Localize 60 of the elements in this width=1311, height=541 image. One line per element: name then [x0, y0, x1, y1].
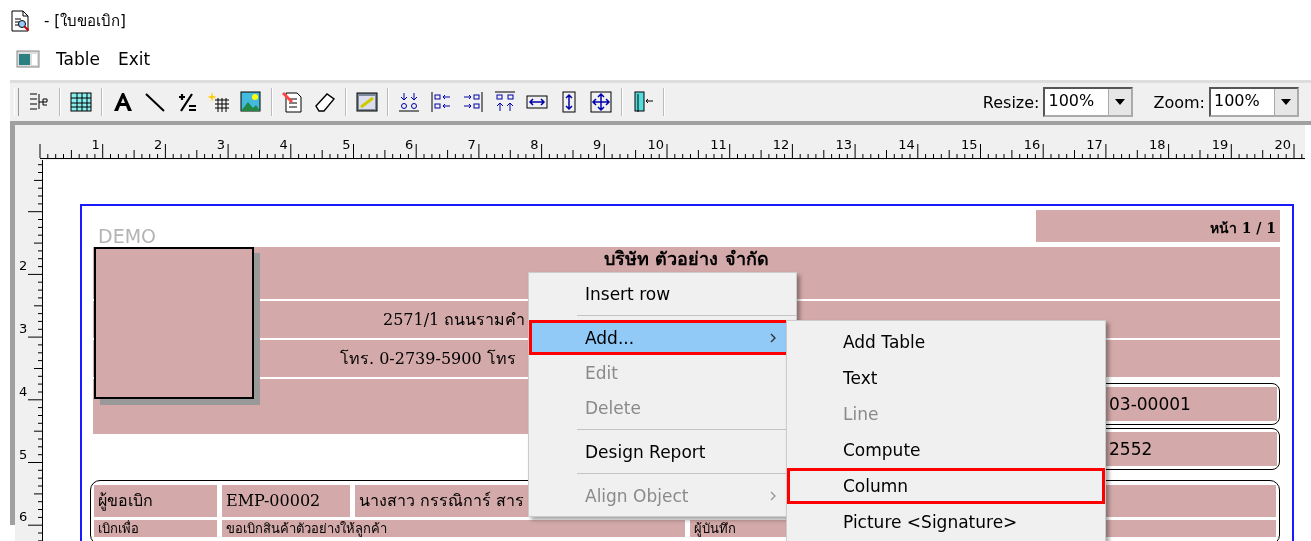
- resize-dropdown[interactable]: 100%: [1043, 87, 1134, 117]
- zoom-label: Zoom:: [1153, 92, 1205, 112]
- move-icon[interactable]: [589, 90, 613, 114]
- ruler-number: 12: [772, 137, 790, 152]
- ruler-number: 5: [19, 446, 28, 462]
- letter-icon[interactable]: [111, 90, 135, 114]
- dropdown-arrow-icon: [1281, 99, 1291, 105]
- window-icon[interactable]: [16, 50, 40, 68]
- resize-label: Resize:: [982, 92, 1040, 112]
- ruler-number: 19: [1211, 137, 1229, 152]
- ruler-number: 18: [1149, 137, 1166, 152]
- align-top-icon[interactable]: [493, 90, 517, 114]
- table-cell: EMP-00002: [222, 485, 350, 517]
- ruler-number: 15: [960, 137, 978, 152]
- address-text: 2571/1 ถนนรามคำ: [383, 309, 526, 331]
- phone-text: โทร. 0-2739-5900 โทร: [340, 348, 516, 370]
- company-name: บริษัท ตัวอย่าง จำกัด: [604, 248, 769, 269]
- align-left-icon[interactable]: [429, 90, 453, 114]
- eraser-icon[interactable]: [313, 90, 337, 114]
- table-cell: ผู้ขอเบิก: [94, 485, 217, 517]
- ruler-number: 10: [647, 137, 664, 152]
- document-magnifier-icon: [10, 10, 30, 32]
- ruler-number: 8: [530, 137, 539, 152]
- ruler-number: 11: [710, 137, 727, 152]
- report-icon[interactable]: [355, 90, 379, 114]
- align-right-icon[interactable]: [461, 90, 485, 114]
- ruler-number: 2: [154, 137, 163, 152]
- table-cell: เบิกเพื่อ: [94, 520, 217, 537]
- ruler-number: 2: [19, 258, 28, 274]
- window-title: - [ใบขอเบิก]: [44, 11, 126, 32]
- ruler-number: 20: [1274, 137, 1291, 152]
- grid-icon[interactable]: [69, 90, 93, 114]
- ruler-number: 13: [835, 137, 853, 152]
- chevron-icon: [770, 332, 776, 343]
- ruler-number: 5: [342, 137, 351, 152]
- ruler-number: 17: [1086, 137, 1103, 152]
- ruler-number: 9: [593, 137, 602, 152]
- watermark: DEMO: [98, 226, 156, 246]
- ruler-number: 14: [898, 137, 915, 152]
- zoom-dropdown[interactable]: 100%: [1209, 87, 1299, 117]
- ruler-number: 6: [19, 509, 28, 525]
- menu-item[interactable]: Exit: [115, 49, 153, 69]
- note-pencil-icon[interactable]: [281, 90, 305, 114]
- menu-item[interactable]: Table: [54, 49, 102, 69]
- ruler-number: 3: [216, 137, 226, 152]
- ruler-number: 6: [404, 137, 414, 152]
- ruler-number: 4: [279, 137, 288, 152]
- chevron-icon: [770, 490, 776, 501]
- ruler-number: 4: [19, 383, 28, 399]
- line-icon[interactable]: [143, 90, 167, 114]
- dropdown-arrow-icon: [1115, 99, 1126, 105]
- ruler-number: 3: [19, 321, 28, 337]
- ruler-number: 1: [91, 137, 100, 152]
- table-cell: ขอเบิกสินค้าตัวอย่างให้ลูกค้า: [222, 520, 685, 537]
- picture-icon[interactable]: [239, 90, 263, 114]
- ruler-number: 16: [1023, 137, 1041, 152]
- door-icon[interactable]: [631, 90, 655, 114]
- ruler-number: 7: [467, 137, 476, 152]
- align-bottom-icon[interactable]: [397, 90, 421, 114]
- page-number: หน้า 1 / 1: [1036, 210, 1280, 242]
